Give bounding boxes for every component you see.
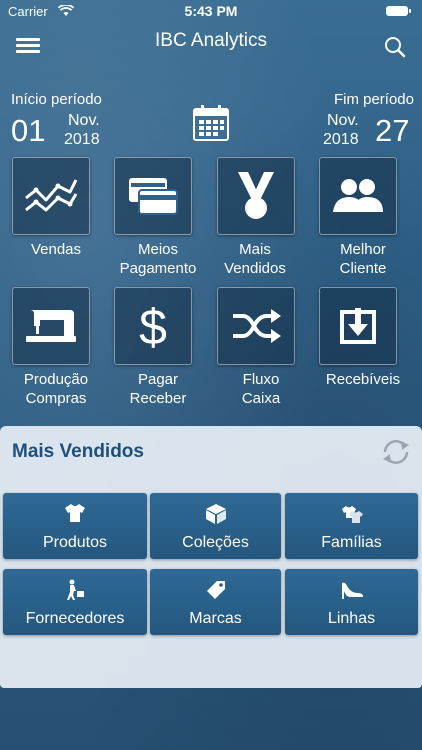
dollar-icon: $	[139, 300, 167, 352]
tshirt-icon	[65, 504, 85, 522]
clothes-icon	[341, 506, 363, 523]
sewing-machine-icon	[26, 310, 76, 342]
start-day: 01	[11, 113, 46, 148]
tile-label-mais-vendidos: Mais Vendidos	[224, 241, 286, 277]
delivery-person-icon	[67, 579, 84, 600]
tile-label-vendas: Vendas	[30, 241, 82, 258]
search-icon[interactable]	[384, 36, 406, 58]
category-produtos-button[interactable]: Produtos	[3, 493, 147, 559]
mais-vendidos-panel: Mais Vendidos Produtos Coleções Famílias…	[0, 426, 422, 688]
tile-label-melhor-cliente: Melhor Cliente	[339, 241, 387, 277]
credit-cards-icon	[129, 178, 178, 215]
status-bar: Carrier 5:43 PM	[0, 0, 422, 22]
tile-label-recebiveis: Recebíveis	[325, 371, 401, 388]
line-chart-icon	[25, 179, 78, 212]
download-tray-icon	[340, 308, 376, 344]
end-year: 2018	[323, 131, 359, 148]
tile-label-meios-pagamento: Meios Pagamento	[119, 241, 197, 277]
end-month: Nov.	[327, 112, 359, 129]
users-icon	[333, 179, 383, 212]
tile-meios-pagamento[interactable]	[114, 157, 192, 235]
tile-recebiveis[interactable]	[319, 287, 397, 365]
battery-icon	[386, 6, 411, 16]
svg-text:$: $	[139, 300, 167, 352]
tile-vendas[interactable]	[12, 157, 90, 235]
nav-bar: IBC Analytics	[0, 22, 422, 66]
category-label: Marcas	[189, 610, 242, 627]
category-colecoes-button[interactable]: Coleções	[150, 493, 281, 559]
category-label: Coleções	[182, 534, 249, 551]
calendar-icon[interactable]	[192, 104, 230, 142]
category-fornecedores-button[interactable]: Fornecedores	[3, 569, 147, 635]
category-label: Fornecedores	[25, 610, 125, 627]
category-label: Produtos	[42, 534, 108, 551]
tile-producao-compras[interactable]	[12, 287, 90, 365]
medal-icon	[238, 172, 274, 219]
category-label: Linhas	[327, 610, 376, 627]
start-label: Início período	[11, 91, 102, 108]
tile-pagar-receber[interactable]: $	[114, 287, 192, 365]
panel-title: Mais Vendidos	[12, 441, 144, 462]
status-time: 5:43 PM	[184, 3, 238, 19]
tile-melhor-cliente[interactable]	[319, 157, 397, 235]
shuffle-icon	[233, 309, 281, 343]
app-title: IBC Analytics	[155, 30, 267, 51]
start-year: 2018	[64, 131, 100, 148]
end-label: Fim período	[333, 91, 414, 108]
tile-label-fluxo-caixa: Fluxo Caixa	[241, 371, 281, 407]
tile-label-producao-compras: Produção Compras	[23, 371, 89, 407]
tile-mais-vendidos[interactable]	[217, 157, 295, 235]
category-familias-button[interactable]: Famílias	[285, 493, 418, 559]
tile-label-pagar-receber: Pagar Receber	[129, 371, 187, 407]
tile-fluxo-caixa[interactable]	[217, 287, 295, 365]
end-day: 27	[375, 113, 410, 148]
tag-icon	[206, 581, 225, 599]
category-marcas-button[interactable]: Marcas	[150, 569, 281, 635]
refresh-icon[interactable]	[380, 438, 412, 466]
high-heel-icon	[341, 582, 363, 599]
start-month: Nov.	[68, 112, 100, 129]
cube-icon	[205, 504, 226, 524]
category-linhas-button[interactable]: Linhas	[285, 569, 418, 635]
category-label: Famílias	[321, 534, 382, 551]
